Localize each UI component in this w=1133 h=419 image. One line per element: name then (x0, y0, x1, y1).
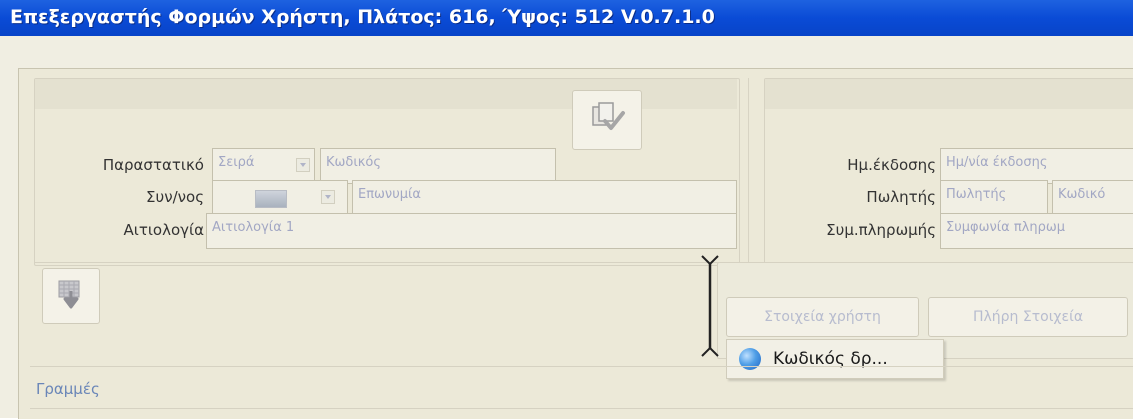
lines-section-divider (30, 366, 1133, 367)
lines-section-rule (30, 408, 1133, 409)
name-field[interactable]: Επωνυμία (352, 180, 737, 216)
issue-date-placeholder: Ημ/νία έκδοσης (946, 155, 1048, 170)
code-field[interactable]: Κωδικός (320, 148, 556, 184)
partner-label: Συν/νος (146, 188, 204, 206)
name-placeholder: Επωνυμία (358, 187, 421, 202)
payment-terms-placeholder: Συμφωνία πληρωμ (946, 220, 1065, 235)
salesman-placeholder: Πωλητής (946, 187, 1007, 202)
document-label: Παραστατικό (102, 156, 204, 174)
user-details-button[interactable]: Στοιχεία χρήστη (726, 297, 919, 337)
salesman-code-field[interactable]: Κωδικό (1052, 180, 1133, 216)
download-icon (55, 279, 89, 317)
series-placeholder: Σειρά (218, 155, 255, 170)
chevron-down-icon[interactable] (321, 190, 335, 204)
copy-check-icon (589, 101, 627, 141)
salesman-label: Πωλητής (866, 188, 936, 206)
reason-label: Αιτιολογία (123, 221, 204, 239)
payment-terms-field[interactable]: Συμφωνία πληρωμ (940, 213, 1133, 249)
field-tooltip: Κωδικός δρ... (726, 339, 944, 379)
issue-date-field[interactable]: Ημ/νία έκδοσης (940, 148, 1133, 184)
series-combo[interactable]: Σειρά (212, 148, 315, 184)
window-title: Επεξεργαστής Φορμών Χρήστη, Πλάτος: 616,… (10, 6, 715, 28)
issue-date-label: Ημ.έκδοσης (847, 156, 936, 174)
reason-placeholder: Αιτιολογία 1 (212, 220, 295, 235)
salesman-code-placeholder: Κωδικό (1058, 187, 1106, 202)
salesman-field[interactable]: Πωλητής (940, 180, 1048, 216)
reason-field[interactable]: Αιτιολογία 1 (206, 213, 737, 249)
import-button[interactable] (42, 268, 100, 324)
code-placeholder: Κωδικός (326, 155, 382, 170)
partner-type-image-icon (255, 190, 287, 208)
partner-type-combo[interactable] (212, 180, 348, 216)
resize-cursor-icon (698, 252, 722, 366)
copy-validate-button[interactable] (572, 90, 642, 150)
payment-terms-label: Συμ.πληρωμής (826, 221, 936, 239)
chevron-down-icon[interactable] (296, 158, 310, 172)
lines-section-label: Γραμμές (36, 380, 100, 398)
right-header-band (765, 79, 1133, 109)
column-separator (748, 78, 749, 264)
full-details-button[interactable]: Πλήρη Στοιχεία (928, 297, 1128, 337)
title-bar: Επεξεργαστής Φορμών Χρήστη, Πλάτος: 616,… (0, 0, 1133, 36)
